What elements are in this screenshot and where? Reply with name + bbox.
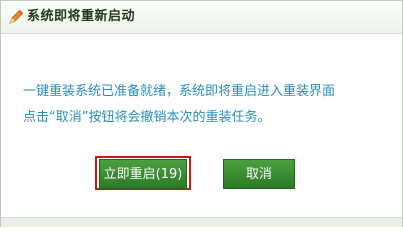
bottom-bar	[1, 217, 402, 227]
message-line-1: 一键重装系统已准备就绪，系统即将重启进入重装界面	[23, 84, 336, 99]
dialog-message: 一键重装系统已准备就绪，系统即将重启进入重装界面 点击“取消”按钮将会撤销本次的…	[23, 79, 393, 131]
message-line-2: 点击“取消”按钮将会撤销本次的重装任务。	[23, 110, 271, 125]
restart-dialog: 系统即将重新启动 一键重装系统已准备就绪，系统即将重启进入重装界面 点击“取消”…	[0, 0, 403, 227]
dialog-title: 系统即将重新启动	[27, 9, 136, 24]
restart-now-button[interactable]: 立即重启(19)	[99, 159, 187, 189]
title-bar: 系统即将重新启动	[1, 1, 402, 34]
cancel-button[interactable]: 取消	[223, 159, 295, 189]
pencil-icon	[9, 10, 23, 24]
